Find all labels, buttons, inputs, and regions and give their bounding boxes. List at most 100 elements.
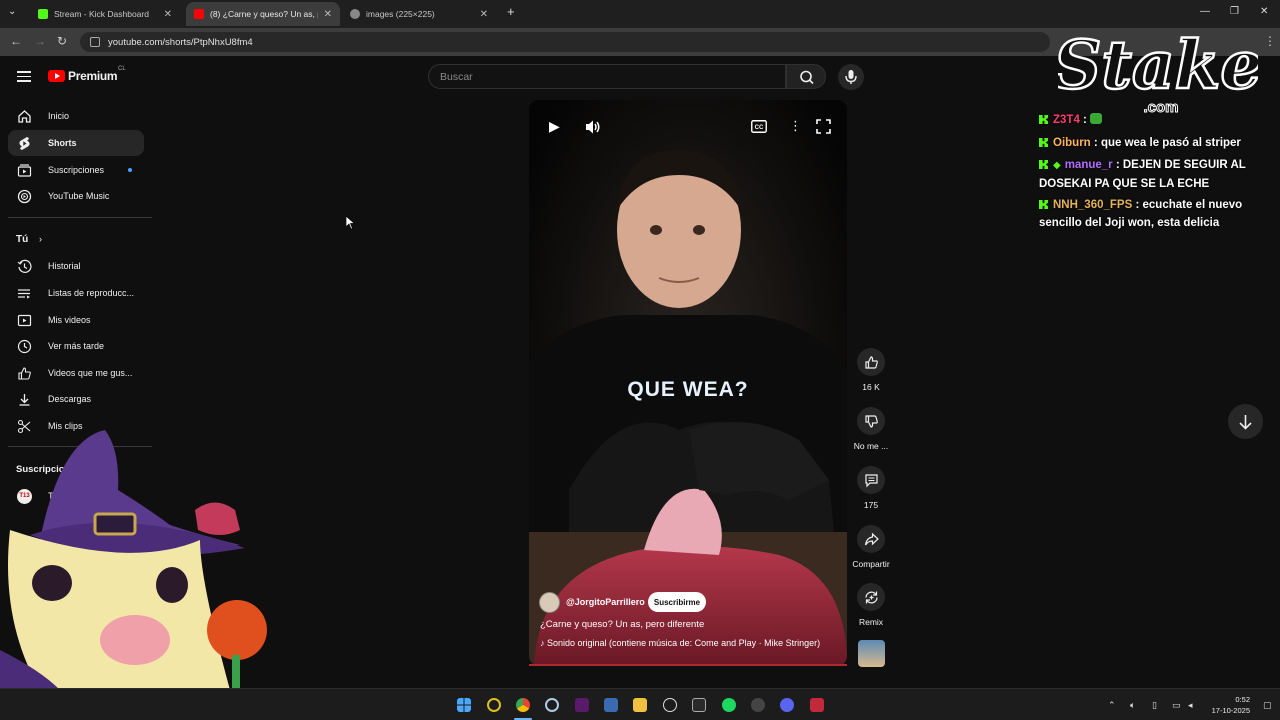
short-video-player[interactable]: QUE WEA? ▶ CC ⋮ <box>529 100 847 666</box>
share-button[interactable] <box>857 525 885 553</box>
chrome-icon[interactable] <box>516 698 530 712</box>
sidebar-item-descargas[interactable]: Descargas <box>8 386 144 412</box>
sound-thumbnail[interactable] <box>858 640 885 667</box>
spotify-icon[interactable] <box>722 698 736 712</box>
chat-message: NNH_360_FPS : ecuchate el nuevo sencillo… <box>1039 199 1243 229</box>
sidebar-item-historial[interactable]: Historial <box>8 253 144 279</box>
app-icon[interactable] <box>810 698 824 712</box>
window-close-icon[interactable]: ✕ <box>1260 6 1268 17</box>
svg-text:Stake: Stake <box>1058 26 1258 104</box>
subscriber-badge-icon: ◆ <box>1053 160 1061 171</box>
channel-name[interactable]: @JorgitoParrillero <box>566 597 645 607</box>
windows-start-icon[interactable] <box>457 698 471 712</box>
volume-tray-icon[interactable]: ◂ <box>1188 700 1193 711</box>
close-tab-icon[interactable]: ✕ <box>324 9 332 20</box>
comments-button[interactable] <box>857 466 885 494</box>
notifications-icon[interactable]: ▢ <box>1263 700 1272 711</box>
volume-icon[interactable] <box>584 119 602 135</box>
new-tab-icon[interactable]: + <box>507 4 515 19</box>
dislike-icon <box>864 414 878 428</box>
settings-icon[interactable] <box>663 698 677 712</box>
search-input[interactable]: Buscar <box>428 64 786 89</box>
tab-kick-dashboard[interactable]: Stream - Kick Dashboard ✕ <box>30 2 180 26</box>
play-icon[interactable]: ▶ <box>549 118 560 135</box>
sidebar-item-inicio[interactable]: Inicio <box>8 103 144 129</box>
remix-label: Remix <box>858 617 884 627</box>
tab-search-icon[interactable]: ⌄ <box>8 6 16 17</box>
like-button[interactable] <box>857 348 885 376</box>
app-icon[interactable] <box>545 698 559 712</box>
kick-badge-icon <box>1039 138 1048 147</box>
close-tab-icon[interactable]: ✕ <box>164 9 172 20</box>
captions-icon[interactable]: CC <box>751 120 767 133</box>
globe-favicon-icon <box>350 9 360 19</box>
browser-menu-icon[interactable]: ⋮ <box>1264 34 1276 48</box>
sidebar-item-listas[interactable]: Listas de reproducc... <box>8 280 144 306</box>
back-icon[interactable]: ← <box>10 34 22 48</box>
app-icon[interactable] <box>575 698 589 712</box>
shirt-print-text: QUE WEA? <box>627 378 749 401</box>
shorts-icon <box>17 136 32 151</box>
progress-bar[interactable] <box>529 664 847 666</box>
microphone-icon <box>845 70 857 84</box>
menu-icon[interactable] <box>17 71 31 82</box>
channel-avatar[interactable] <box>539 592 560 613</box>
streamer-avatar-overlay <box>0 430 267 690</box>
speaker-icon[interactable]: 🔈︎ <box>1130 700 1135 711</box>
sidebar-item-shorts[interactable]: Shorts <box>8 130 144 156</box>
download-icon <box>17 392 32 407</box>
tab-images[interactable]: images (225×225) ✕ <box>342 2 496 26</box>
liked-icon <box>17 366 32 381</box>
dislike-button[interactable] <box>857 407 885 435</box>
share-label: Compartir <box>852 559 890 569</box>
sidebar-divider <box>8 217 152 218</box>
voice-search-button[interactable] <box>838 64 864 90</box>
reload-icon[interactable]: ↻ <box>57 34 67 48</box>
kick-badge-icon <box>1039 200 1048 209</box>
microphone-tray-icon[interactable]: ▯ <box>1152 700 1157 711</box>
sidebar-item-suscripciones[interactable]: Suscripciones <box>8 157 144 183</box>
chevron-right-icon: › <box>39 234 42 244</box>
youtube-premium-logo[interactable]: Premium <box>68 69 118 83</box>
sidebar-item-ver-mas-tarde[interactable]: Ver más tarde <box>8 333 144 359</box>
next-short-button[interactable] <box>1228 404 1263 439</box>
close-tab-icon[interactable]: ✕ <box>480 9 488 20</box>
sound-info[interactable]: ♪ Sonido original (contiene música de: C… <box>540 638 820 648</box>
chat-username: manue_r <box>1064 159 1113 171</box>
search-button[interactable] <box>786 64 826 89</box>
youtube-favicon-icon <box>194 9 204 19</box>
watch-later-icon <box>17 339 32 354</box>
sidebar-item-youtube-music[interactable]: YouTube Music <box>8 183 144 209</box>
kick-badge-icon <box>1039 160 1048 169</box>
tray-expand-icon[interactable]: ⌃ <box>1108 700 1116 711</box>
svg-text:CC: CC <box>755 125 764 131</box>
search-icon <box>800 70 814 85</box>
app-icon[interactable] <box>692 698 706 712</box>
remix-button[interactable] <box>857 583 885 611</box>
sidebar-section-you[interactable]: Tú › <box>16 234 42 245</box>
network-icon[interactable]: ▭ <box>1172 700 1181 711</box>
site-info-icon[interactable] <box>90 37 100 47</box>
tab-youtube-short[interactable]: (8) ¿Carne y queso? Un as, pero ✕ <box>186 2 340 26</box>
url-input[interactable]: youtube.com/shorts/PtpNhxU8fm4 <box>80 32 1050 52</box>
sidebar-item-mis-videos[interactable]: Mis videos <box>8 307 144 333</box>
stake-logo: Stake .com <box>1058 25 1258 117</box>
more-options-icon[interactable]: ⋮ <box>789 118 802 134</box>
like-icon <box>864 355 878 369</box>
sidebar-item-videos-que-me-gustan[interactable]: Videos que me gus... <box>8 360 144 386</box>
app-icon[interactable] <box>487 698 501 712</box>
subscribe-button[interactable]: Suscribirme <box>648 592 706 612</box>
system-clock[interactable]: 0:52 17-10-2025 <box>1200 694 1250 716</box>
kick-badge-icon <box>1039 115 1048 124</box>
discord-icon[interactable] <box>780 698 794 712</box>
app-icon[interactable] <box>751 698 765 712</box>
home-icon <box>17 109 32 124</box>
video-title[interactable]: ¿Carne y queso? Un as, pero diferente <box>540 619 704 630</box>
fullscreen-icon[interactable] <box>816 119 831 134</box>
app-icon[interactable] <box>604 698 618 712</box>
forward-icon[interactable]: → <box>34 34 46 48</box>
chat-message: Z3T4 : <box>1039 111 1274 129</box>
emote-icon <box>1090 113 1103 124</box>
youtube-logo-icon[interactable] <box>48 70 65 82</box>
file-explorer-icon[interactable] <box>633 698 647 712</box>
